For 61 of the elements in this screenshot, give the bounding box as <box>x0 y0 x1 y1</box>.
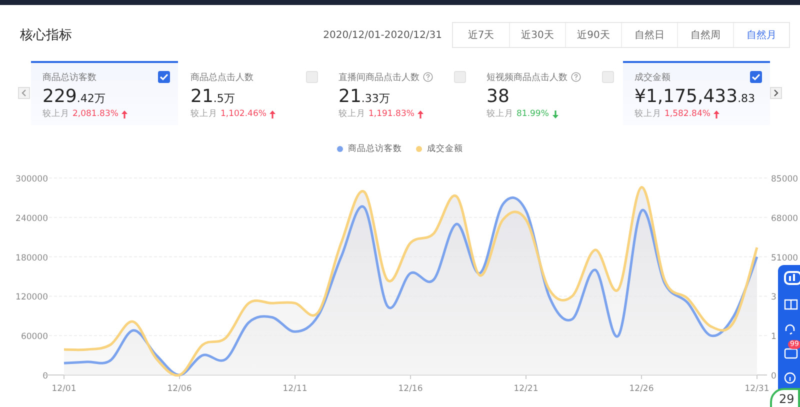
legend-item[interactable]: 成交金额 <box>416 143 463 155</box>
metric-card[interactable]: 商品总点击人数 21.5万 较上月 1,102.46% <box>178 61 326 125</box>
compare-label: 较上月 <box>338 108 366 120</box>
info-icon[interactable] <box>784 372 796 384</box>
metric-value: 38 <box>486 86 510 107</box>
compare-label: 较上月 <box>42 108 70 120</box>
x-axis-label: 12/01 <box>52 384 76 393</box>
change-value: 1,102.46% <box>220 109 266 119</box>
chevron-left-icon <box>21 89 27 97</box>
help-icon[interactable] <box>570 72 580 82</box>
change-value: 2,081.83% <box>72 109 118 119</box>
chevron-right-icon <box>773 89 779 97</box>
y-axis-label: 240000 <box>16 214 48 224</box>
compare-label: 较上月 <box>486 108 514 120</box>
change-value: 1,582.84% <box>664 109 710 119</box>
change-value: 1,191.83% <box>368 109 414 119</box>
y-axis-label: 60000 <box>20 332 48 342</box>
x-axis-label: 12/26 <box>629 384 654 393</box>
metric-value: 21.5万 <box>190 86 236 107</box>
metric-label: 成交金额 <box>634 72 670 84</box>
date-range: 2020/12/01-2020/12/31 <box>323 30 442 40</box>
y-axis-label: 51000 <box>771 253 798 264</box>
scroll-right-button[interactable] <box>770 87 782 99</box>
metric-card[interactable]: 直播间商品点击人数 21.33万 较上月 1,191.83% <box>326 61 474 125</box>
book-icon[interactable] <box>784 298 798 310</box>
y-axis-label: 1 <box>771 332 776 342</box>
y-axis-label: 180000 <box>16 253 48 264</box>
x-axis-label: 12/31 <box>744 384 770 393</box>
metric-value: 229.42万 <box>42 86 106 107</box>
y-axis-label: 68000 <box>771 214 798 224</box>
metric-label: 商品总访客数 <box>42 72 96 84</box>
x-axis-label: 12/06 <box>167 384 192 393</box>
metric-value: ¥1,175,433.83 <box>634 86 756 107</box>
y-axis-label: 85000 <box>771 174 798 184</box>
metric-label: 商品总点击人数 <box>190 72 254 84</box>
metric-card[interactable]: 成交金额 ¥1,175,433.83 较上月 1,582.84% <box>622 61 770 125</box>
headset-icon[interactable] <box>784 323 796 335</box>
compare-label: 较上月 <box>634 108 662 120</box>
y-axis-label: 300000 <box>16 174 48 184</box>
compare-label: 较上月 <box>190 108 218 120</box>
message-icon[interactable] <box>784 348 798 359</box>
counter-badge[interactable]: 29 <box>770 388 800 407</box>
logo-icon[interactable] <box>784 271 800 285</box>
y-axis-label: 120000 <box>16 292 48 303</box>
x-axis-label: 12/11 <box>282 384 308 393</box>
metric-label: 短视频商品点击人数 <box>486 72 568 84</box>
y-axis-label: 0 <box>771 372 776 382</box>
checkbox[interactable] <box>158 71 170 83</box>
y-axis-label: 3 <box>771 292 776 303</box>
metric-value: 21.33万 <box>338 86 391 107</box>
scroll-left-button[interactable] <box>18 87 30 99</box>
change-value: 81.99% <box>516 109 549 119</box>
x-axis-label: 12/21 <box>514 384 538 393</box>
help-icon[interactable] <box>422 72 432 82</box>
metric-card[interactable]: 商品总访客数 229.42万 较上月 2,081.83% <box>30 61 178 125</box>
checkbox[interactable] <box>750 71 762 83</box>
metric-card[interactable]: 短视频商品点击人数 38 较上月 81.99% <box>474 61 622 125</box>
section-title: 核心指标 <box>20 27 72 44</box>
legend-item[interactable]: 商品总访客数 <box>337 143 402 155</box>
metric-label: 直播间商品点击人数 <box>338 72 420 84</box>
x-axis-label: 12/16 <box>398 384 423 393</box>
